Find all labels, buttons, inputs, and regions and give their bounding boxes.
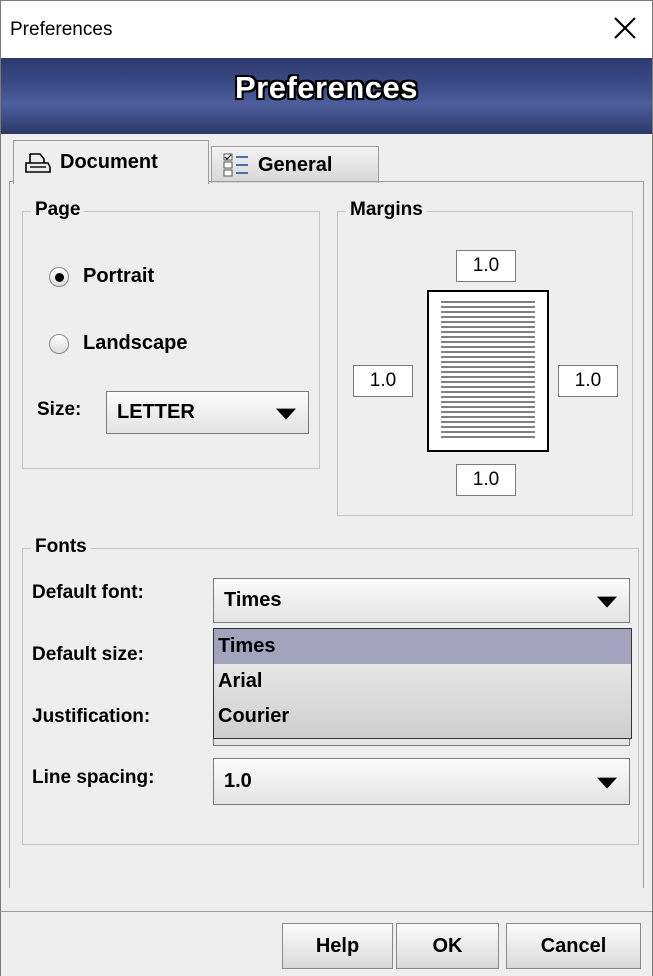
portrait-radio[interactable]: Portrait [49, 265, 154, 288]
chevron-down-icon [597, 596, 617, 608]
margin-left-field[interactable]: 1.0 [353, 365, 413, 397]
preferences-dialog: Preferences Preferences Document General… [0, 0, 653, 976]
font-option-arial[interactable]: Arial [214, 664, 631, 699]
justification-label: Justification: [32, 706, 151, 727]
chevron-down-icon [597, 777, 617, 789]
printer-icon [25, 152, 51, 173]
margins-group-label: Margins [346, 199, 427, 221]
margin-right-field[interactable]: 1.0 [558, 365, 618, 397]
window-title: Preferences [10, 19, 113, 40]
landscape-radio[interactable]: Landscape [49, 332, 187, 355]
help-button[interactable]: Help [282, 923, 393, 969]
size-combo-value: LETTER [117, 401, 195, 423]
font-dropdown-list: Times Arial Courier [213, 628, 632, 739]
page-group-label: Page [31, 199, 85, 221]
line-spacing-label: Line spacing: [32, 767, 155, 788]
chevron-down-icon [276, 408, 296, 420]
line-spacing-value: 1.0 [224, 770, 252, 792]
tab-general[interactable]: General [211, 146, 379, 183]
landscape-label: Landscape [83, 332, 188, 354]
tab-strip: Document General [1, 134, 652, 184]
font-option-times[interactable]: Times [214, 629, 631, 664]
margin-top-field[interactable]: 1.0 [456, 250, 516, 282]
header-banner: Preferences [1, 58, 652, 134]
close-icon[interactable] [612, 15, 638, 41]
page-preview-icon [427, 290, 549, 452]
default-font-value: Times [224, 589, 282, 611]
default-font-label: Default font: [32, 582, 144, 603]
tab-general-label: General [258, 153, 333, 176]
tab-document-label: Document [60, 151, 158, 173]
tab-document[interactable]: Document [13, 140, 209, 184]
size-label: Size: [37, 399, 82, 420]
size-combo[interactable]: LETTER [106, 391, 309, 434]
banner-title: Preferences [234, 70, 418, 105]
portrait-label: Portrait [83, 265, 155, 287]
ok-button[interactable]: OK [396, 923, 499, 969]
page-lines-icon [441, 301, 535, 438]
button-bar: Help OK Cancel [1, 911, 652, 976]
margin-bottom-field[interactable]: 1.0 [456, 464, 516, 496]
portrait-radio-button[interactable] [49, 266, 69, 287]
cancel-button[interactable]: Cancel [506, 923, 641, 969]
default-size-label: Default size: [32, 644, 144, 665]
landscape-radio-button[interactable] [49, 333, 69, 354]
font-option-courier[interactable]: Courier [214, 699, 631, 734]
fonts-group-label: Fonts [31, 536, 91, 558]
default-font-combo[interactable]: Times [213, 578, 630, 623]
checklist-icon [223, 153, 248, 177]
line-spacing-combo[interactable]: 1.0 [213, 758, 630, 805]
title-bar: Preferences [1, 1, 652, 58]
